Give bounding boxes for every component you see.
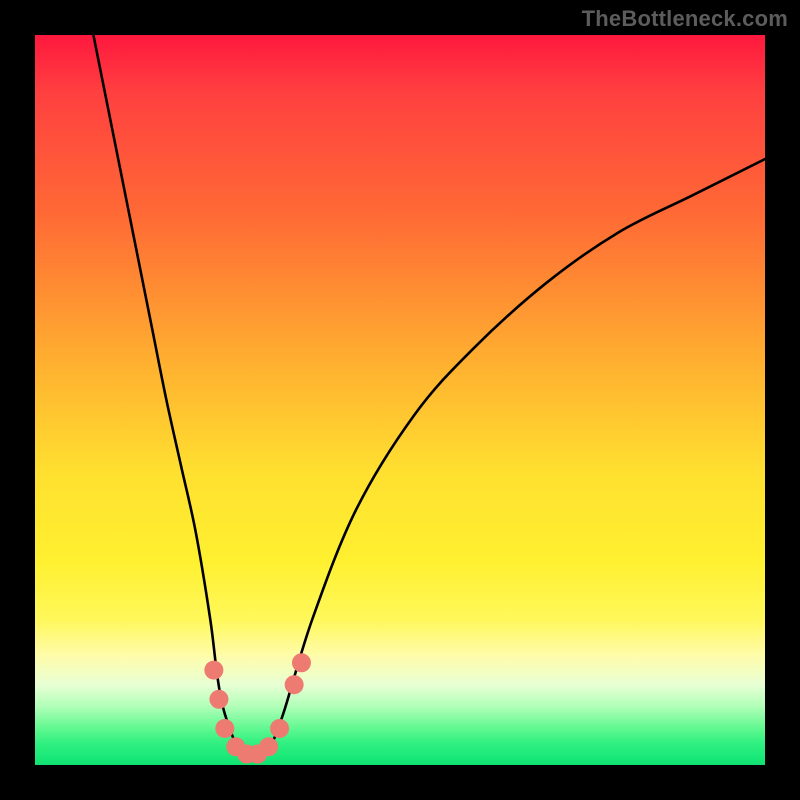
marker-dot bbox=[204, 661, 223, 680]
marker-dot bbox=[259, 737, 278, 756]
marker-dot bbox=[285, 675, 304, 694]
marker-dot bbox=[209, 690, 228, 709]
chart-container: TheBottleneck.com bbox=[0, 0, 800, 800]
curve-markers bbox=[204, 653, 311, 763]
watermark-text: TheBottleneck.com bbox=[582, 6, 788, 32]
marker-dot bbox=[215, 719, 234, 738]
marker-dot bbox=[292, 653, 311, 672]
curve-svg bbox=[35, 35, 765, 765]
plot-area bbox=[35, 35, 765, 765]
curve-line bbox=[93, 35, 765, 759]
marker-dot bbox=[270, 719, 289, 738]
bottleneck-curve bbox=[93, 35, 765, 759]
